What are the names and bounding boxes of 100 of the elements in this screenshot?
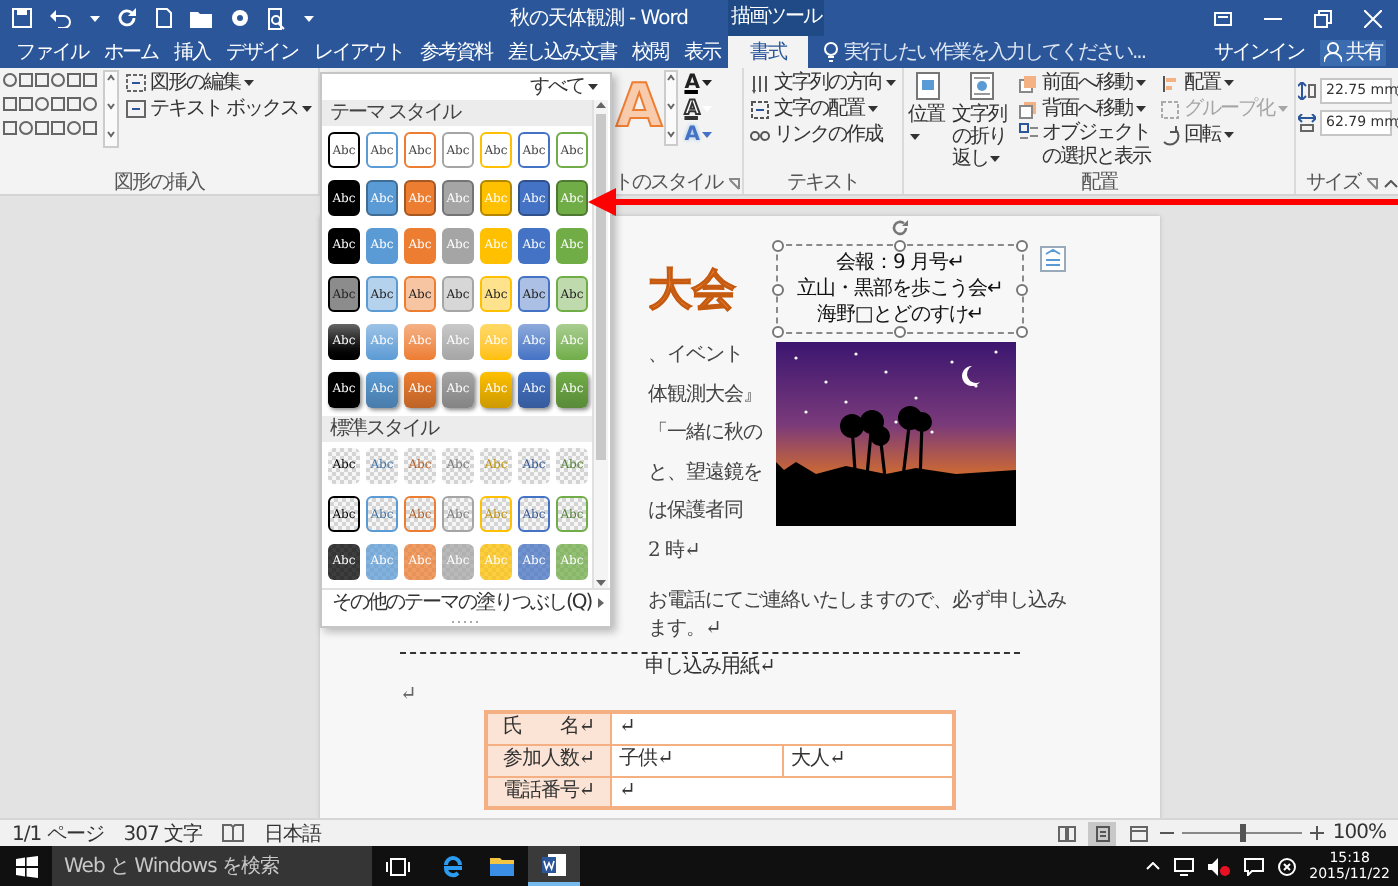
- web-layout-icon: [1129, 825, 1148, 841]
- notification-icon[interactable]: [1243, 857, 1264, 875]
- caret-icon: [588, 84, 598, 90]
- scroll-up-icon[interactable]: [596, 102, 606, 108]
- group-label: トのスタイル: [614, 172, 722, 194]
- group-label: テキスト: [785, 172, 861, 194]
- zoom-level[interactable]: 100%: [1332, 822, 1386, 844]
- new-page-icon[interactable]: [156, 8, 172, 28]
- more-theme-fills-menu-item[interactable]: その他のテーマの塗りつぶし(Q): [328, 590, 596, 616]
- dialog-launcher-icon[interactable]: [728, 177, 740, 189]
- print-preview-icon[interactable]: [268, 7, 286, 29]
- text-outline-button[interactable]: A: [680, 96, 716, 122]
- redo-icon[interactable]: [118, 8, 138, 28]
- collapse-ribbon-icon[interactable]: [1384, 179, 1398, 187]
- wrap-text-button[interactable]: 文字列の折り返し: [950, 70, 1012, 172]
- text-effects-button[interactable]: A: [680, 122, 716, 148]
- body-text-line: 、イベント: [648, 342, 745, 370]
- word-document-icon: [542, 853, 566, 875]
- shapes-gallery-drawing[interactable]: [2, 70, 120, 148]
- text-direction-button[interactable]: 文字列の方向: [746, 70, 900, 96]
- proofing-icon[interactable]: [222, 824, 245, 842]
- form-cell[interactable]: 子供↵: [610, 744, 782, 776]
- text-fill-button[interactable]: A: [680, 70, 716, 96]
- caret-icon: [1278, 106, 1288, 112]
- caret-icon[interactable]: [304, 15, 314, 21]
- form-label-cell: 参加人数↵: [486, 744, 610, 776]
- filter-dropdown[interactable]: すべて: [526, 74, 602, 100]
- ribbon-tab[interactable]: 校閲: [624, 36, 676, 68]
- ribbon-tab[interactable]: 参考資料: [412, 36, 500, 68]
- restore-icon[interactable]: [1314, 9, 1332, 27]
- close-icon[interactable]: [1364, 9, 1382, 27]
- minimize-icon[interactable]: [1264, 13, 1282, 23]
- ribbon-tab[interactable]: ファイル: [8, 36, 96, 68]
- resize-handle[interactable]: [894, 326, 906, 338]
- ribbon-tab[interactable]: デザイン: [218, 36, 306, 68]
- read-mode-icon: [1057, 825, 1076, 841]
- circle-x-icon[interactable]: [1277, 857, 1296, 875]
- ribbon-tab[interactable]: レイアウト: [306, 36, 412, 68]
- language-indicator[interactable]: 日本語: [264, 819, 322, 847]
- align-button[interactable]: 配置: [1156, 70, 1292, 96]
- form-cell[interactable]: ↵: [610, 712, 954, 744]
- print-layout-icon: [1093, 825, 1112, 841]
- folder-icon: [490, 856, 514, 876]
- undo-icon[interactable]: [50, 9, 72, 27]
- resize-handle[interactable]: [1016, 326, 1028, 338]
- taskbar-app[interactable]: [528, 846, 580, 886]
- bring-forward-button[interactable]: 前面へ移動: [1014, 70, 1154, 96]
- resize-handle[interactable]: [1016, 283, 1028, 295]
- resize-handle[interactable]: [772, 283, 784, 295]
- create-link-button[interactable]: リンクの作成: [746, 122, 900, 148]
- word-count[interactable]: 307 文字: [123, 819, 203, 847]
- ribbon-tab[interactable]: 挿入: [166, 36, 218, 68]
- folder-icon[interactable]: [190, 9, 212, 27]
- gallery-section-header: テーマ スタイル: [322, 100, 592, 126]
- network-icon[interactable]: [1173, 857, 1194, 875]
- form-cell[interactable]: ↵: [610, 776, 954, 808]
- taskbar-search-field[interactable]: Web と Windows を検索: [52, 846, 372, 886]
- text-box-button[interactable]: テキスト ボックス: [122, 96, 317, 122]
- layout-options-icon[interactable]: [1040, 246, 1066, 272]
- page-count[interactable]: 1/1 ページ: [12, 819, 104, 847]
- windows-logo-icon[interactable]: [15, 855, 37, 877]
- rotate-button[interactable]: 回転: [1156, 122, 1292, 148]
- caret-icon[interactable]: [90, 15, 100, 21]
- ribbon-tab[interactable]: 表示: [676, 36, 728, 68]
- resize-handle[interactable]: [772, 240, 784, 252]
- view-button[interactable]: [1124, 821, 1153, 845]
- resize-handle[interactable]: [772, 326, 784, 338]
- lightbulb-icon[interactable]: [824, 42, 838, 62]
- zoom-in-icon[interactable]: [1310, 826, 1325, 840]
- dialog-launcher-icon[interactable]: [1366, 177, 1378, 189]
- edit-shape-button[interactable]: 図形の編集: [122, 70, 317, 96]
- selection-pane-button[interactable]: オブジェクトの選択と表示: [1014, 122, 1154, 170]
- view-button[interactable]: [1052, 821, 1081, 845]
- form-label-cell: 氏 名↵: [486, 712, 610, 744]
- rotate-handle[interactable]: [890, 218, 910, 238]
- ribbon-tab[interactable]: ホーム: [96, 36, 166, 68]
- align-text-button[interactable]: 文字の配置: [746, 96, 900, 122]
- align-icon: [1160, 73, 1180, 93]
- ribbon-display-icon[interactable]: [1214, 11, 1232, 25]
- form-cell[interactable]: 大人↵: [782, 744, 954, 776]
- ribbon-tab[interactable]: 差し込み文書: [500, 36, 624, 68]
- slider-thumb[interactable]: [1239, 824, 1246, 842]
- ribbon-tab[interactable]: 書式: [728, 36, 808, 68]
- bring-forward-icon: [1018, 73, 1038, 93]
- speaker-muted-icon[interactable]: [1207, 857, 1230, 875]
- zoom-out-icon[interactable]: [1160, 826, 1175, 840]
- body-text-line: 2 時↵: [648, 538, 702, 566]
- scrollbar[interactable]: [592, 100, 608, 588]
- send-backward-button[interactable]: 背面へ移動: [1014, 96, 1154, 122]
- resize-handle[interactable]: [894, 240, 906, 252]
- scroll-down-icon[interactable]: [596, 580, 606, 586]
- sign-in-link[interactable]: サインイン: [1210, 39, 1308, 65]
- gallery-scroll-icon[interactable]: [664, 70, 679, 146]
- share-button[interactable]: 共有: [1320, 39, 1386, 65]
- resize-handle[interactable]: [1016, 240, 1028, 252]
- view-button[interactable]: [1088, 821, 1117, 845]
- chevron-up-icon[interactable]: [1145, 862, 1160, 870]
- caret-icon: [910, 133, 920, 140]
- position-button[interactable]: 位置: [906, 70, 948, 150]
- save-icon[interactable]: [12, 8, 32, 28]
